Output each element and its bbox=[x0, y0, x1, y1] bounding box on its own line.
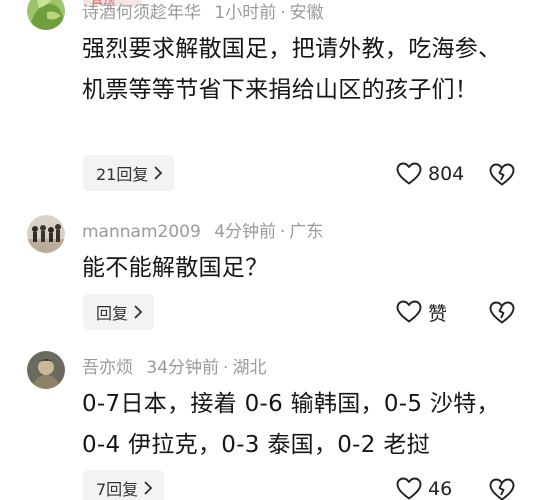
timestamp: 4分钟前 bbox=[214, 222, 277, 242]
location: 安徽 bbox=[289, 3, 324, 23]
heart-outline-icon bbox=[396, 300, 422, 323]
chevron-right-icon bbox=[144, 481, 153, 495]
reply-button[interactable]: 7回复 bbox=[83, 470, 165, 500]
reply-label: 回复 bbox=[96, 304, 129, 323]
comment-meta: 吾亦烦 34分钟前 · 湖北 bbox=[82, 358, 267, 378]
comment-meta: mannam2009 4分钟前 · 广东 bbox=[82, 222, 324, 242]
timestamp: 34分钟前 bbox=[146, 358, 220, 378]
username[interactable]: mannam2009 bbox=[82, 222, 201, 242]
reply-button[interactable]: 回复 bbox=[83, 294, 155, 330]
like-count: 804 bbox=[428, 163, 465, 185]
like-button[interactable]: 赞 bbox=[396, 297, 447, 327]
reply-label: 7回复 bbox=[96, 480, 139, 499]
reply-button[interactable]: 21回复 bbox=[83, 155, 175, 191]
reply-label: 21回复 bbox=[96, 165, 149, 184]
timestamp: 1小时前 bbox=[214, 3, 277, 23]
avatar[interactable] bbox=[27, 0, 65, 30]
like-count: 赞 bbox=[428, 302, 448, 325]
username[interactable]: 诗酒何须趁年华 bbox=[82, 3, 201, 23]
broken-heart-icon[interactable] bbox=[488, 160, 516, 188]
comment-text[interactable]: 0-7日本，接着 0-6 输韩国，0-5 沙特，0-4 伊拉克，0-3 泰国，0… bbox=[82, 384, 512, 466]
location: 广东 bbox=[289, 222, 324, 242]
like-count: 46 bbox=[428, 478, 453, 500]
location: 湖北 bbox=[232, 358, 267, 378]
broken-heart-icon[interactable] bbox=[488, 475, 516, 500]
chevron-right-icon bbox=[134, 305, 143, 319]
heart-outline-icon bbox=[396, 162, 422, 185]
broken-heart-icon[interactable] bbox=[488, 298, 516, 326]
username[interactable]: 吾亦烦 bbox=[82, 358, 133, 378]
avatar[interactable] bbox=[27, 351, 65, 389]
like-button[interactable]: 46 bbox=[396, 474, 452, 500]
avatar[interactable] bbox=[27, 215, 65, 253]
comment-list: 置顶 诗酒何须趁年华 1小时前·安徽 强烈要求解散国足，把请外教，吃海参、机票等… bbox=[0, 0, 539, 500]
like-button[interactable]: 804 bbox=[396, 159, 464, 189]
comment-meta: 诗酒何须趁年华 1小时前 · 安徽 bbox=[82, 3, 324, 23]
chevron-right-icon bbox=[154, 166, 163, 180]
heart-outline-icon bbox=[396, 477, 422, 500]
comment-text[interactable]: 强烈要求解散国足，把请外教，吃海参、机票等等节省下来捐给山区的孩子们！ bbox=[82, 29, 522, 111]
comment-text[interactable]: 能不能解散国足？ bbox=[82, 248, 522, 289]
